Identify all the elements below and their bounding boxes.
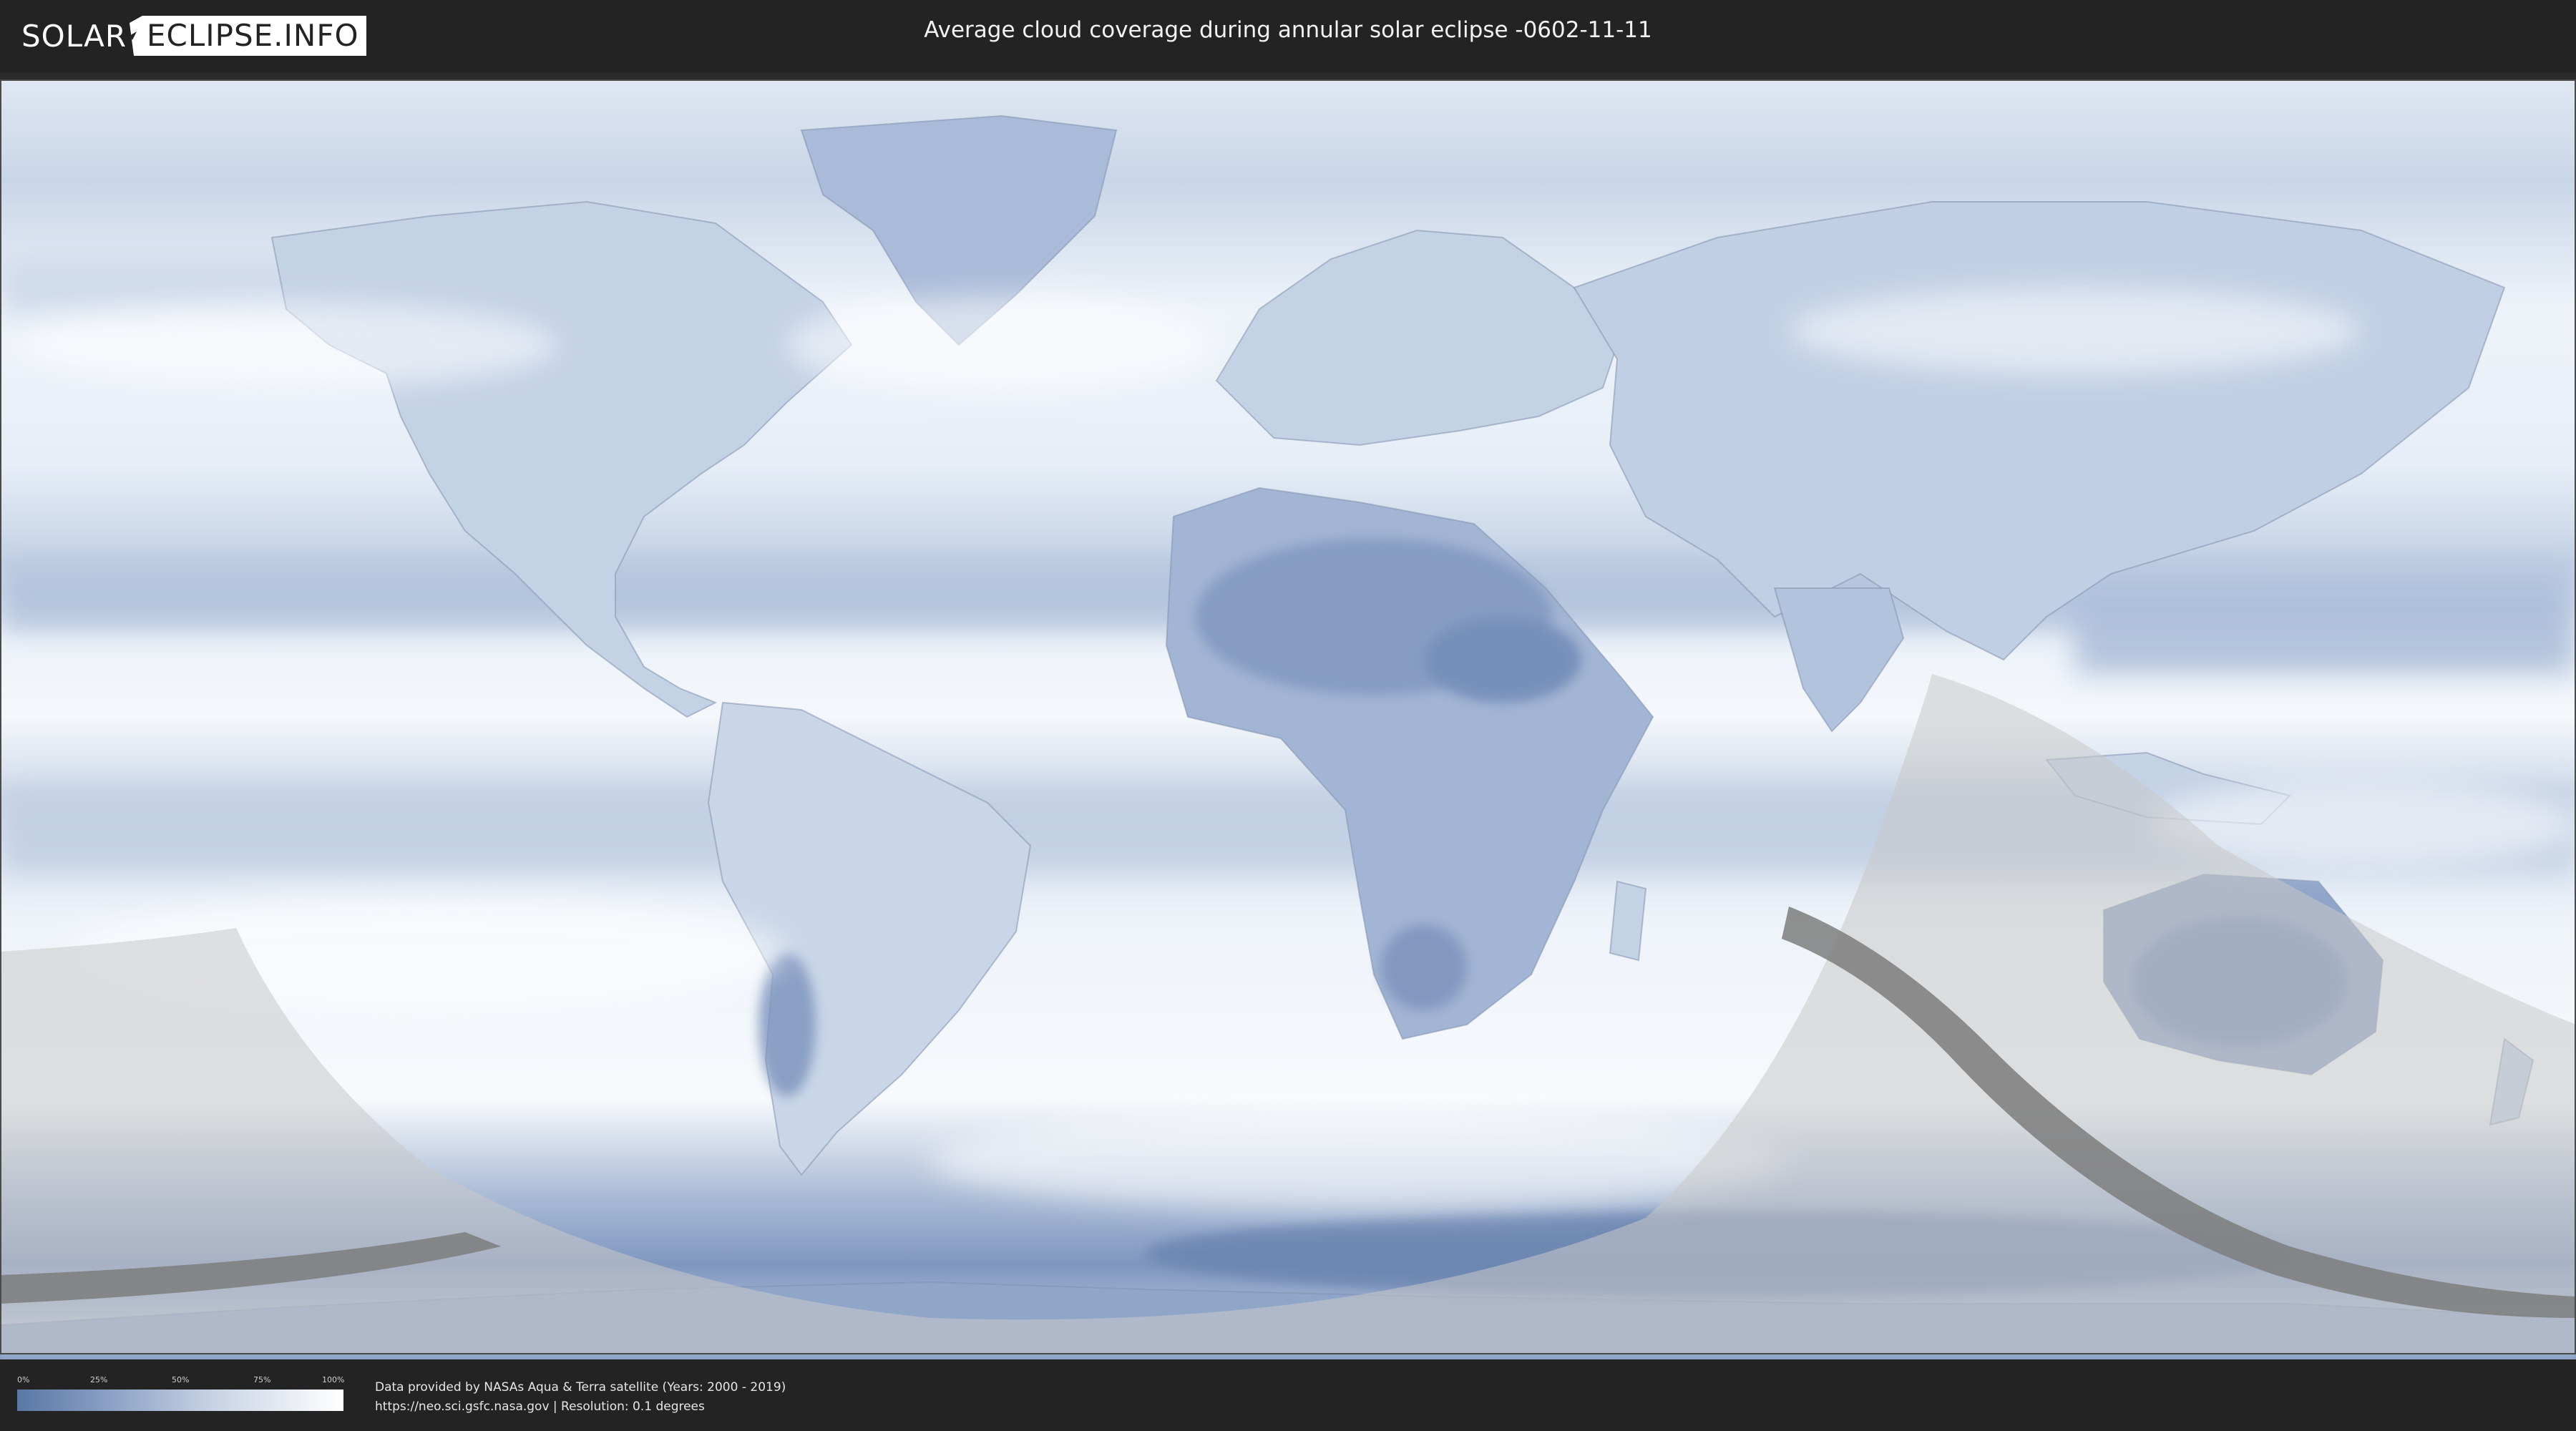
legend-tick-25: 25%	[90, 1375, 108, 1384]
header-bar: SOLAR ECLIPSE.INFO Average cloud coverag…	[0, 0, 2576, 72]
legend-tick-0: 0%	[17, 1375, 30, 1384]
credits-line-2[interactable]: https://neo.sci.gsfc.nasa.gov | Resoluti…	[375, 1397, 786, 1417]
cloud-coverage-map[interactable]	[0, 73, 2576, 1359]
data-credits: Data provided by NASAs Aqua & Terra sate…	[375, 1378, 786, 1417]
legend-ticks: 0% 25% 50% 75% 100%	[17, 1375, 345, 1388]
legend-gradient-bar	[17, 1390, 343, 1411]
legend-tick-100: 100%	[322, 1375, 345, 1384]
credits-line-1: Data provided by NASAs Aqua & Terra sate…	[375, 1380, 786, 1395]
legend-tick-50: 50%	[172, 1375, 190, 1384]
page-title: Average cloud coverage during annular so…	[924, 17, 1652, 43]
cloud-legend: 0% 25% 50% 75% 100%	[17, 1375, 345, 1411]
world-map[interactable]	[0, 73, 2576, 1359]
legend-tick-75: 75%	[253, 1375, 271, 1384]
